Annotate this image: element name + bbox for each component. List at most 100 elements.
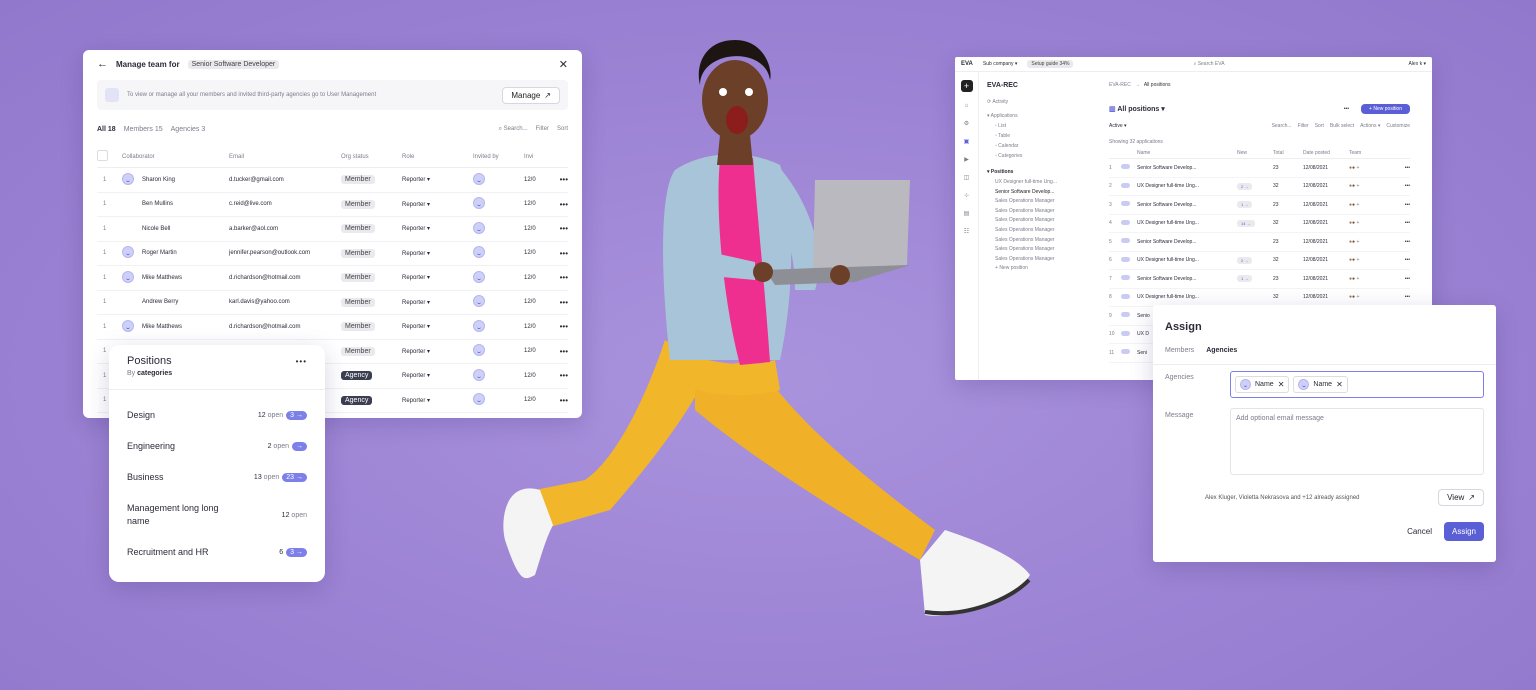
toggle-switch[interactable] — [1121, 164, 1137, 171]
sidebar-item-positions[interactable]: ▾ Positions — [987, 169, 1081, 175]
setup-guide-badge[interactable]: Setup guide 34% — [1027, 60, 1074, 68]
sidebar-position-item[interactable]: Senior Software Develop... — [987, 189, 1081, 195]
select-all-checkbox[interactable] — [97, 150, 108, 161]
user-menu[interactable]: Alex k ▾ — [1408, 61, 1426, 67]
home-icon[interactable]: ⌂ — [965, 103, 969, 109]
role-dropdown[interactable]: Reporter ▾ — [402, 250, 473, 257]
open-positions-pill[interactable]: 3 → — [286, 411, 307, 420]
position-category-item[interactable]: Recruitment and HR 6 3 → — [127, 537, 307, 568]
table-row[interactable]: 1 Senior Software Develop... 23 12/08/2021 ●… — [1109, 159, 1410, 178]
position-category-item[interactable]: Management long long name 12 open — [127, 493, 307, 537]
plus-icon[interactable]: + — [960, 80, 973, 92]
table-row[interactable]: 6 UX Designer full-time Ung... 2 → 32 12/08/… — [1109, 252, 1410, 270]
table-search[interactable]: Search... — [1272, 123, 1292, 129]
sidebar-position-item[interactable]: Sales Operations Manager — [987, 198, 1081, 204]
table-sort[interactable]: Sort — [1315, 123, 1324, 129]
more-dots-icon[interactable]: ••• — [1344, 106, 1349, 112]
people-icon[interactable]: ☷ — [964, 228, 969, 235]
active-filter-dropdown[interactable]: Active ▾ — [1109, 123, 1127, 129]
table-row[interactable]: 5 Senior Software Develop... 23 12/08/2021 ●… — [1109, 233, 1410, 252]
network-icon[interactable]: ⊹ — [964, 192, 969, 199]
toggle-switch[interactable] — [1121, 330, 1137, 338]
table-row[interactable]: 3 Senior Software Develop... 1 → 23 12/08/20… — [1109, 196, 1410, 215]
sidebar-item-calendar[interactable]: ▫ Calendar — [987, 143, 1081, 149]
tab-agencies[interactable]: Agencies — [1206, 347, 1237, 354]
role-dropdown[interactable]: Reporter ▾ — [402, 323, 473, 330]
table-row[interactable]: 2 UX Designer full-time Ung... 2 → 32 12/08/… — [1109, 178, 1410, 196]
row-menu-icon[interactable]: ••• — [1405, 294, 1410, 300]
toggle-switch[interactable] — [1121, 293, 1137, 301]
sidebar-item-activity[interactable]: ⟳ Activity — [987, 99, 1081, 105]
inbox-icon[interactable]: ▤ — [964, 210, 970, 217]
bulk-select[interactable]: Bulk select — [1330, 123, 1354, 129]
sidebar-position-item[interactable]: Sales Operations Manager — [987, 256, 1081, 262]
cancel-button[interactable]: Cancel — [1407, 527, 1432, 536]
position-category-item[interactable]: Design 12 open 3 → — [127, 400, 307, 431]
table-filter[interactable]: Filter — [1298, 123, 1309, 129]
sidebar-item-list[interactable]: ▫ List — [987, 123, 1081, 129]
arrow-left-icon[interactable]: ← — [97, 58, 108, 70]
sidebar-position-item[interactable]: Sales Operations Manager — [987, 217, 1081, 223]
tab-members[interactable]: Members 15 — [124, 126, 163, 133]
agencies-input[interactable]: Name ✕ Name ✕ — [1230, 371, 1484, 398]
tab-agencies[interactable]: Agencies 3 — [171, 126, 206, 133]
more-dots-icon[interactable]: ••• — [296, 357, 307, 366]
new-position-button[interactable]: + New position — [1361, 104, 1410, 114]
agency-chip[interactable]: Name ✕ — [1235, 376, 1290, 393]
toggle-switch[interactable] — [1121, 201, 1137, 208]
sidebar-position-item[interactable]: Sales Operations Manager — [987, 208, 1081, 214]
global-search[interactable]: ⌕ Search EVA — [1193, 61, 1224, 67]
open-positions-pill[interactable]: → — [292, 442, 307, 451]
row-menu-icon[interactable]: ••• — [1405, 276, 1410, 282]
role-dropdown[interactable]: Reporter ▾ — [402, 372, 473, 379]
role-dropdown[interactable]: Reporter ▾ — [402, 274, 473, 281]
remove-icon[interactable]: ✕ — [1336, 380, 1343, 389]
toggle-switch[interactable] — [1121, 349, 1137, 356]
toggle-switch[interactable] — [1121, 238, 1137, 245]
role-dropdown[interactable]: Reporter ▾ — [402, 397, 473, 404]
row-menu-icon[interactable]: ••• — [1405, 239, 1410, 245]
video-icon[interactable]: ▶ — [964, 156, 969, 163]
assign-button[interactable]: Assign — [1443, 522, 1484, 541]
row-menu-icon[interactable]: ••• — [1405, 202, 1410, 208]
position-category-item[interactable]: Engineering 2 open → — [127, 431, 307, 462]
row-menu-icon[interactable]: ••• — [1405, 220, 1410, 226]
sidebar-position-item[interactable]: UX Designer full-time Ung... — [987, 179, 1081, 185]
sidebar-new-position[interactable]: + New position — [987, 265, 1081, 271]
toggle-switch[interactable] — [1121, 312, 1137, 319]
settings-icon[interactable]: ⚙ — [964, 120, 969, 127]
table-row[interactable]: 7 Senior Software Develop... 1 → 23 12/08/20… — [1109, 270, 1410, 289]
role-dropdown[interactable]: Reporter ▾ — [402, 201, 473, 208]
toggle-switch[interactable] — [1121, 256, 1137, 264]
position-category-item[interactable]: Business 13 open 23 → — [127, 462, 307, 493]
remove-icon[interactable]: ✕ — [1278, 380, 1285, 389]
view-button[interactable]: View ↗ — [1438, 489, 1484, 506]
briefcase-icon[interactable]: ▣ — [964, 138, 970, 145]
chat-icon[interactable]: ◫ — [964, 174, 970, 181]
toggle-switch[interactable] — [1121, 275, 1137, 282]
row-menu-icon[interactable]: ••• — [1405, 165, 1410, 171]
tab-members[interactable]: Members — [1165, 347, 1194, 354]
sidebar-position-item[interactable]: Sales Operations Manager — [987, 246, 1081, 252]
message-textarea[interactable]: Add optional email message — [1230, 408, 1484, 475]
role-dropdown[interactable]: Reporter ▾ — [402, 348, 473, 355]
company-selector[interactable]: Sub company ▾ — [983, 61, 1017, 67]
open-positions-pill[interactable]: 3 → — [286, 548, 307, 557]
tab-all[interactable]: All 18 — [97, 126, 116, 133]
role-dropdown[interactable]: Reporter ▾ — [402, 299, 473, 306]
actions-menu[interactable]: Actions ▾ — [1360, 123, 1380, 129]
customize-button[interactable]: Customize — [1386, 123, 1410, 129]
open-positions-pill[interactable]: 23 → — [282, 473, 307, 482]
sidebar-item-table[interactable]: ▫ Table — [987, 133, 1081, 139]
toggle-switch[interactable] — [1121, 182, 1137, 190]
row-menu-icon[interactable]: ••• — [1405, 257, 1410, 263]
view-title[interactable]: ▥ All positions ▾ — [1109, 105, 1165, 113]
sidebar-item-applications[interactable]: ▾ Applications — [987, 113, 1081, 119]
sidebar-position-item[interactable]: Sales Operations Manager — [987, 227, 1081, 233]
sidebar-item-categories[interactable]: ▫ Categories — [987, 153, 1081, 159]
role-dropdown[interactable]: Reporter ▾ — [402, 176, 473, 183]
toggle-switch[interactable] — [1121, 219, 1137, 227]
sidebar-position-item[interactable]: Sales Operations Manager — [987, 237, 1081, 243]
agency-chip[interactable]: Name ✕ — [1293, 376, 1348, 393]
role-dropdown[interactable]: Reporter ▾ — [402, 225, 473, 232]
